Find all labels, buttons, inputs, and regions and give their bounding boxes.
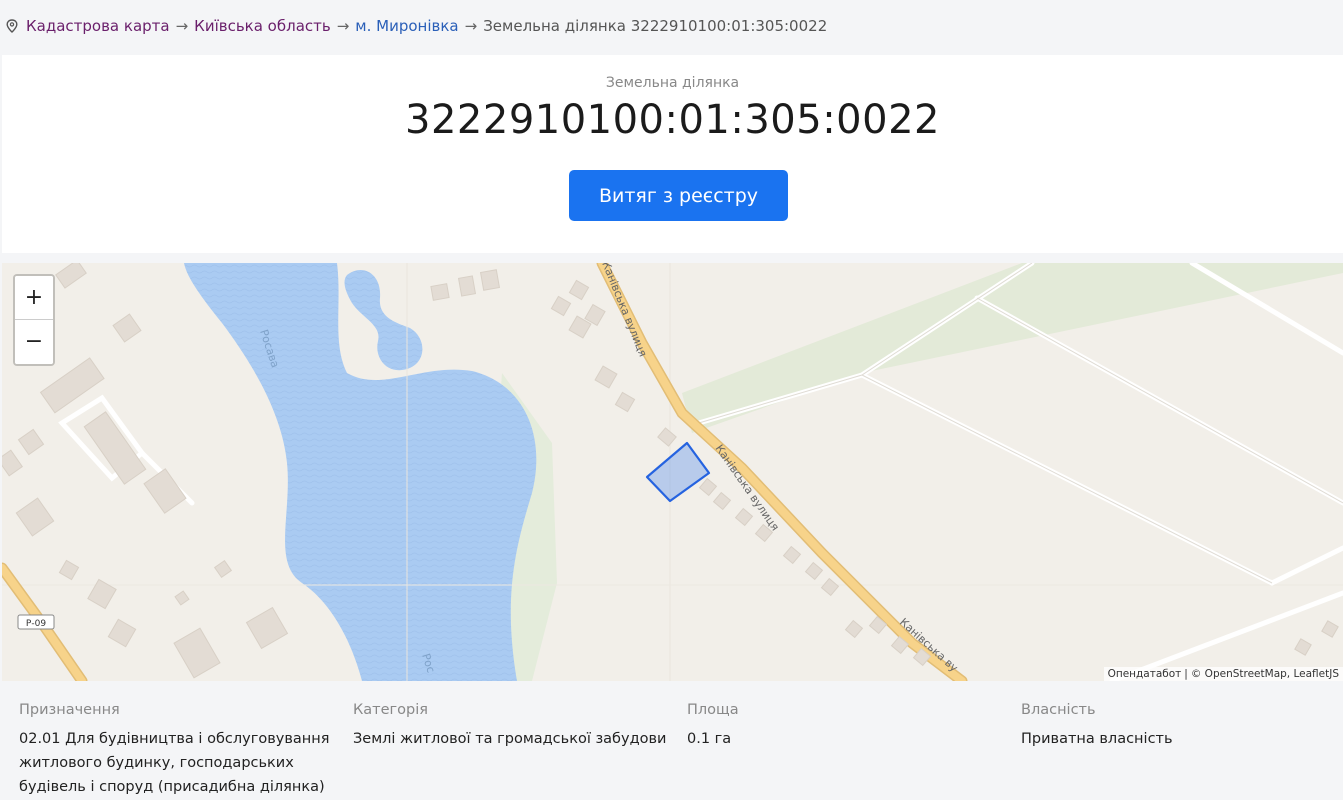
ownership-label: Власність	[1021, 702, 1096, 718]
area-label: Площа	[687, 702, 739, 718]
map-attribution: Опендатабот | © OpenStreetMap, LeafletJS	[1103, 667, 1343, 681]
category-value: Землі житлової та громадської забудови	[353, 731, 667, 747]
category-field: Категорія Землі житлової та громадської …	[353, 702, 683, 751]
parcel-details: Призначення 02.01 Для будівництва і обсл…	[0, 690, 1343, 800]
page-subtitle: Земельна ділянка	[605, 75, 740, 91]
breadcrumb-separator: →	[175, 17, 189, 35]
attribution-leaflet-link[interactable]: LeafletJS	[1293, 668, 1339, 680]
breadcrumb-link-region[interactable]: Київська область	[194, 17, 331, 35]
attribution-source-link[interactable]: Опендатабот	[1108, 668, 1182, 680]
parcel-header: Земельна ділянка 3222910100:01:305:0022 …	[2, 55, 1343, 253]
lake	[184, 263, 537, 681]
green-area	[682, 263, 1343, 433]
ownership-value: Приватна власність	[1021, 731, 1173, 747]
breadcrumb-link-cadastral-map[interactable]: Кадастрова карта	[26, 17, 170, 35]
zoom-out-button[interactable]: −	[15, 320, 53, 364]
zoom-control: + −	[13, 274, 55, 366]
area-field: Площа 0.1 га	[687, 702, 1017, 751]
lake-inlet	[344, 269, 423, 371]
map-view[interactable]: Р-09 Росава Рос Канівська вулиця Канівсь…	[2, 263, 1343, 681]
purpose-line: 02.01 Для будівництва і обслуговування	[19, 731, 330, 747]
purpose-label: Призначення	[19, 702, 120, 718]
breadcrumb-link-city[interactable]: м. Миронівка	[355, 17, 458, 35]
ownership-field: Власність Приватна власність	[1021, 702, 1331, 751]
breadcrumb: Кадастрова карта → Київська область → м.…	[0, 0, 1343, 52]
zoom-in-button[interactable]: +	[15, 276, 53, 320]
purpose-field: Призначення 02.01 Для будівництва і обсл…	[19, 702, 349, 799]
attribution-osm-link[interactable]: © OpenStreetMap	[1191, 668, 1287, 680]
road-badge-label: Р-09	[26, 619, 46, 629]
purpose-line: житлового будинку, господарських	[19, 755, 294, 771]
purpose-line: будівель і споруд (присадибна ділянка)	[19, 779, 325, 795]
location-pin-icon	[6, 19, 18, 33]
breadcrumb-separator: →	[336, 17, 350, 35]
breadcrumb-separator: →	[464, 17, 478, 35]
breadcrumb-current: Земельна ділянка 3222910100:01:305:0022	[483, 17, 828, 35]
area-value: 0.1 га	[687, 731, 732, 747]
purpose-value: 02.01 Для будівництва і обслуговування ж…	[19, 727, 349, 799]
street-label: Канівська вулиця	[599, 263, 649, 359]
registry-extract-button[interactable]: Витяг з реєстру	[569, 170, 788, 221]
page-title: 3222910100:01:305:0022	[405, 97, 940, 143]
selected-parcel[interactable]	[645, 441, 711, 503]
map-canvas[interactable]: Р-09 Росава Рос Канівська вулиця Канівсь…	[2, 263, 1343, 681]
category-label: Категорія	[353, 702, 428, 718]
